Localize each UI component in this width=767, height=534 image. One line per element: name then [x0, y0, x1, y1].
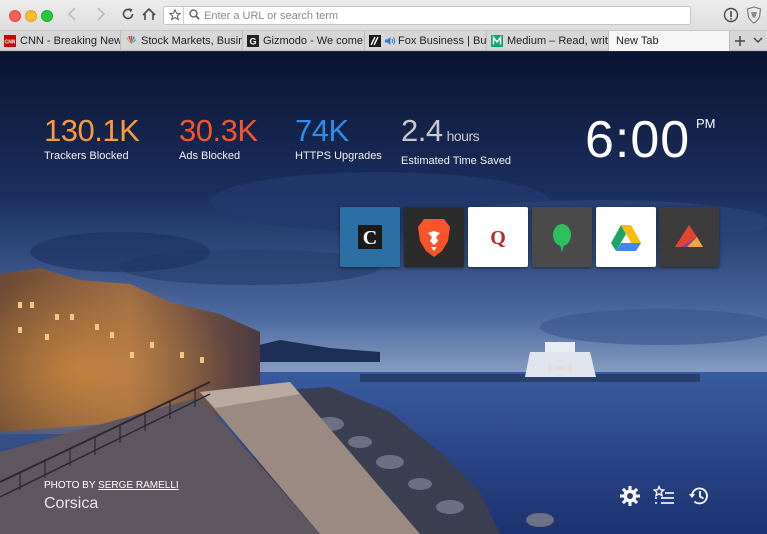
- stat-label: HTTPS Upgrades: [295, 150, 382, 162]
- tab-strip: CNN CNN - Breaking News, Stock Markets, …: [0, 31, 767, 51]
- plus-icon: [735, 36, 745, 46]
- stat-label: Ads Blocked: [179, 150, 241, 162]
- svg-text:G: G: [249, 37, 256, 47]
- zoom-window-button[interactable]: [41, 10, 53, 22]
- photographer-link[interactable]: SERGE RAMELLI: [98, 480, 179, 491]
- speaker-icon[interactable]: [384, 35, 396, 47]
- home-icon: [142, 7, 156, 20]
- tab-overflow-button[interactable]: [752, 31, 766, 51]
- reload-icon: [122, 8, 134, 20]
- affinity-icon: [675, 225, 703, 247]
- star-icon: [168, 9, 181, 21]
- tab-label: New Tab: [616, 35, 659, 47]
- home-button[interactable]: [140, 6, 158, 24]
- brave-lion-icon: [418, 219, 450, 257]
- top-site-chicago-tribune[interactable]: C: [340, 207, 400, 267]
- forward-button[interactable]: [92, 6, 110, 24]
- stat-ads-blocked: 30.3K Ads Blocked: [179, 113, 258, 163]
- url-input[interactable]: [204, 7, 684, 24]
- google-drive-icon: [611, 225, 641, 251]
- stat-https-upgrades: 74K HTTPS Upgrades: [295, 113, 382, 163]
- tab-cnn[interactable]: CNN CNN - Breaking News,: [0, 31, 121, 51]
- top-site-brave[interactable]: [404, 207, 464, 267]
- reload-button[interactable]: [119, 6, 137, 24]
- clock: 6:00 PM: [585, 111, 716, 169]
- svg-text:CNN: CNN: [5, 39, 16, 45]
- evernote-icon: [553, 224, 571, 253]
- svg-text:Q: Q: [490, 227, 506, 249]
- back-button[interactable]: [63, 6, 81, 24]
- chevron-down-icon: [753, 37, 763, 43]
- new-tab-button[interactable]: [731, 31, 749, 51]
- bookmark-button[interactable]: [166, 7, 184, 24]
- tab-new-tab[interactable]: New Tab: [609, 31, 730, 51]
- address-bar[interactable]: [163, 6, 691, 25]
- chicago-tribune-icon: C: [358, 225, 382, 249]
- photo-credit-prefix: PHOTO BY: [44, 480, 99, 491]
- stat-unit: hours: [446, 128, 480, 144]
- stat-value: 2.4: [401, 113, 443, 148]
- chevron-left-icon: [67, 7, 76, 21]
- stat-trackers-blocked: 130.1K Trackers Blocked: [44, 113, 140, 163]
- nbc-peacock-favicon-icon: [126, 35, 136, 44]
- top-site-quora[interactable]: Q: [468, 207, 528, 267]
- tab-label: Fox Business | Bus: [398, 35, 487, 47]
- stat-time-saved: 2.4 hours Estimated Time Saved: [401, 113, 512, 168]
- bookmarks-list-icon: [652, 484, 674, 504]
- top-site-affinity[interactable]: [659, 207, 719, 267]
- tab-label: Stock Markets, Busine: [141, 35, 243, 47]
- chevron-right-icon: [97, 7, 106, 21]
- fox-business-favicon-icon: [369, 35, 381, 47]
- cnn-favicon-icon: CNN: [4, 35, 16, 47]
- history-clock-icon: [689, 487, 708, 505]
- photo-location: Corsica: [44, 495, 99, 512]
- top-site-google-drive[interactable]: [596, 207, 656, 267]
- close-window-button[interactable]: [9, 10, 21, 22]
- minimize-window-button[interactable]: [25, 10, 37, 22]
- tab-fox-business[interactable]: Fox Business | Bus: [365, 31, 487, 51]
- brave-shield-icon[interactable]: [746, 6, 762, 24]
- tab-gizmodo[interactable]: G Gizmodo - We come fr: [243, 31, 365, 51]
- gear-icon: [620, 486, 640, 506]
- stat-value: 30.3K: [179, 113, 258, 148]
- stat-label: Trackers Blocked: [44, 150, 129, 162]
- stat-label: Estimated Time Saved: [401, 155, 512, 167]
- tab-label: CNN - Breaking News,: [20, 35, 121, 47]
- stat-value: 130.1K: [44, 113, 140, 148]
- history-button[interactable]: [688, 485, 710, 507]
- clock-ampm: PM: [696, 116, 716, 131]
- stat-value: 74K: [295, 113, 349, 148]
- gizmodo-favicon-icon: G: [247, 35, 259, 47]
- settings-button[interactable]: [619, 485, 641, 507]
- medium-favicon-icon: [491, 35, 503, 47]
- tab-label: Gizmodo - We come fr: [263, 35, 365, 47]
- svg-text:C: C: [363, 227, 377, 249]
- top-site-evernote[interactable]: [532, 207, 592, 267]
- bookmarks-button[interactable]: [652, 484, 675, 507]
- browser-toolbar: [0, 0, 767, 31]
- tab-cnbc[interactable]: Stock Markets, Busine: [121, 31, 243, 51]
- clock-time: 6:00: [585, 111, 691, 169]
- quora-icon: Q: [490, 227, 506, 249]
- tab-medium[interactable]: Medium – Read, write: [487, 31, 609, 51]
- photo-credit: PHOTO BY SERGE RAMELLI: [44, 480, 179, 491]
- new-tab-page: 130.1K Trackers Blocked 30.3K Ads Blocke…: [0, 52, 767, 534]
- tab-label: Medium – Read, write: [507, 35, 609, 47]
- search-icon: [189, 9, 200, 20]
- info-icon[interactable]: [723, 7, 739, 23]
